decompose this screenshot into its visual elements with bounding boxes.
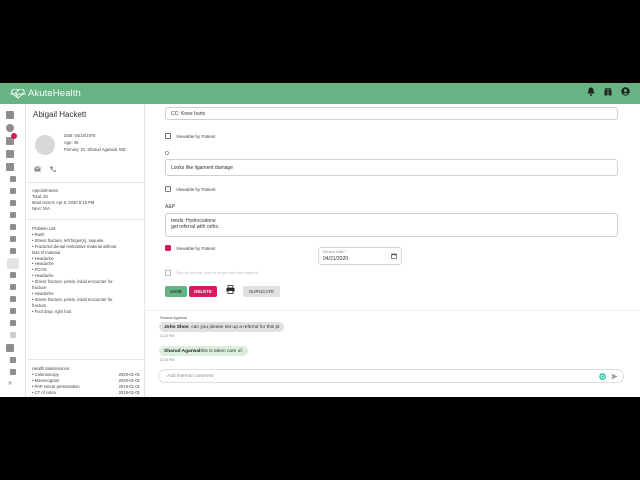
sign-off-checkbox[interactable]: Sign off on note (can no longer edit onc… <box>165 270 258 276</box>
patient-avatar <box>35 135 55 155</box>
flask-icon[interactable] <box>10 236 16 242</box>
problem-list-section: Problem List: • Rash • Stress fracture, … <box>32 226 116 315</box>
checkbox-box[interactable] <box>165 270 171 276</box>
video-icon[interactable] <box>6 163 14 171</box>
folder-icon[interactable] <box>10 284 16 290</box>
pill-icon[interactable] <box>10 212 16 218</box>
vaccine-icon[interactable] <box>10 332 16 338</box>
patient-name: Abigail Hackett <box>33 110 87 119</box>
clipboard-icon[interactable] <box>10 248 16 254</box>
viewable-checkbox-ap[interactable]: Viewable by Patient <box>165 245 215 251</box>
delete-button[interactable]: DELETE <box>189 286 217 297</box>
list-icon[interactable] <box>10 272 16 278</box>
comment-placeholder: Add internal comment <box>167 374 214 379</box>
patient-info: DoB: 04/16/1975 Age: 45 Primary: Dr. Sha… <box>64 132 126 153</box>
bell-icon[interactable] <box>587 87 595 96</box>
notes-icon-active[interactable] <box>7 258 19 269</box>
service-date-label: Service Date * <box>323 250 346 254</box>
o-label: O <box>165 151 169 157</box>
nav-rail: » <box>0 104 26 397</box>
checkbox-box[interactable] <box>165 133 171 139</box>
message-mention[interactable]: John Shoe <box>164 325 189 330</box>
message-text: this is taken care of. <box>200 348 244 354</box>
message-bubble: Sharud Agarwal this is taken care of. <box>159 346 249 356</box>
patients-icon[interactable] <box>6 150 14 158</box>
comment-input[interactable]: Add internal comment <box>158 369 624 383</box>
divider <box>146 310 640 311</box>
patient-age: Age: 45 <box>64 140 79 145</box>
duplicate-button[interactable]: DUPLICATE <box>243 286 280 297</box>
brand-name: AkuteHealth <box>28 88 81 99</box>
billing-icon[interactable] <box>10 369 16 375</box>
message-time: 11:32 PM <box>160 334 175 338</box>
service-date-field[interactable]: Service Date * 04/21/2020 <box>318 247 402 265</box>
checkbox-label: Viewable by Patient <box>176 133 216 139</box>
hm-row: • CT of colon 2019-01-01 <box>32 390 140 396</box>
appointments-recent: Most recent: Apr 8, 2020 8:15 PM <box>32 199 95 205</box>
phone-icon[interactable] <box>50 166 56 172</box>
problem-item: • Foot drop, right foot <box>32 308 72 314</box>
chart-icon[interactable] <box>10 188 16 194</box>
calendar-picker-icon[interactable] <box>391 253 397 259</box>
account-settings-icon[interactable] <box>10 357 16 363</box>
o-value: Looks like ligament damage <box>171 165 233 171</box>
email-icon[interactable] <box>34 166 41 172</box>
patient-dob: DoB: 04/16/1975 <box>64 133 96 138</box>
viewable-checkbox-cc[interactable]: Viewable by Patient <box>165 133 215 139</box>
app-window: AkuteHealth » Abigail Hackett DoB: 04/16… <box>0 83 640 397</box>
ap-line: get referral with ortho. <box>171 224 220 230</box>
ap-field[interactable]: meds: Hydrocodone get referral with orth… <box>165 213 618 237</box>
checkbox-box[interactable] <box>165 186 171 192</box>
heart-logo-icon <box>10 88 26 99</box>
service-date-value: 04/21/2020 <box>323 256 349 262</box>
document-icon[interactable] <box>10 200 16 206</box>
hm-name: • CT of colon <box>32 389 56 395</box>
expand-chevron-icon[interactable]: » <box>8 380 12 387</box>
gift-icon[interactable] <box>604 87 612 96</box>
checkbox-label: Viewable by Patient <box>176 245 216 251</box>
message-text: , can you please set up a referral for t… <box>188 324 280 330</box>
home-icon[interactable] <box>10 176 16 182</box>
health-maintenance-section: Health Maintenance: • Colonoscopy 2020-01… <box>32 366 140 396</box>
appointments-section: Appointments: Total: 25 Most recent: Apr… <box>32 188 94 212</box>
checkbox-checked-box[interactable] <box>165 245 171 251</box>
link-icon[interactable] <box>10 308 16 314</box>
calendar-icon[interactable] <box>6 111 14 119</box>
problem-item: • Fractured dental restorative material … <box>32 243 117 249</box>
message-author: Sharud Agarwal <box>160 316 187 320</box>
problem-item: • Stress fracture, pelvis, initial encou… <box>32 296 113 302</box>
message-time: 11:33 PM <box>160 358 175 362</box>
lab-icon[interactable] <box>10 224 16 230</box>
checkbox-label: Viewable by Patient <box>176 186 216 192</box>
grammarly-icon[interactable] <box>599 373 606 380</box>
sign-off-label: Sign off on note (can no longer edit onc… <box>176 271 258 275</box>
note-editor: CC: Knee hurts Viewable by Patient O Loo… <box>146 104 640 397</box>
cc-field[interactable]: CC: Knee hurts <box>165 107 618 120</box>
message-mention[interactable]: Sharud Agarwal <box>164 349 200 354</box>
stethoscope-icon[interactable] <box>10 296 16 302</box>
send-icon[interactable] <box>611 373 618 380</box>
account-icon[interactable] <box>621 87 630 96</box>
message-bubble: John Shoe, can you please set up a refer… <box>159 322 285 332</box>
cc-value: CC: Knee hurts <box>171 111 206 117</box>
patient-primary: Primary: Dr. Sharud Agarwal, MD <box>64 147 126 152</box>
top-bar: AkuteHealth <box>0 83 640 104</box>
hm-date: 2019-01-01 <box>118 389 140 395</box>
inbox-badge <box>11 133 17 139</box>
appointments-next: Next: N/A <box>32 205 50 211</box>
clock-icon[interactable] <box>6 124 14 132</box>
viewable-checkbox-o[interactable]: Viewable by Patient <box>165 186 215 192</box>
save-button[interactable]: SAVE <box>165 286 187 297</box>
o-field[interactable]: Looks like ligament damage <box>165 159 618 176</box>
brand-logo[interactable]: AkuteHealth <box>10 88 81 99</box>
ap-label: A&P <box>165 204 176 210</box>
print-icon[interactable] <box>226 285 235 294</box>
patient-panel: Abigail Hackett DoB: 04/16/1975 Age: 45 … <box>27 104 145 397</box>
settings-icon[interactable] <box>6 344 14 352</box>
allergy-icon[interactable] <box>10 320 16 326</box>
